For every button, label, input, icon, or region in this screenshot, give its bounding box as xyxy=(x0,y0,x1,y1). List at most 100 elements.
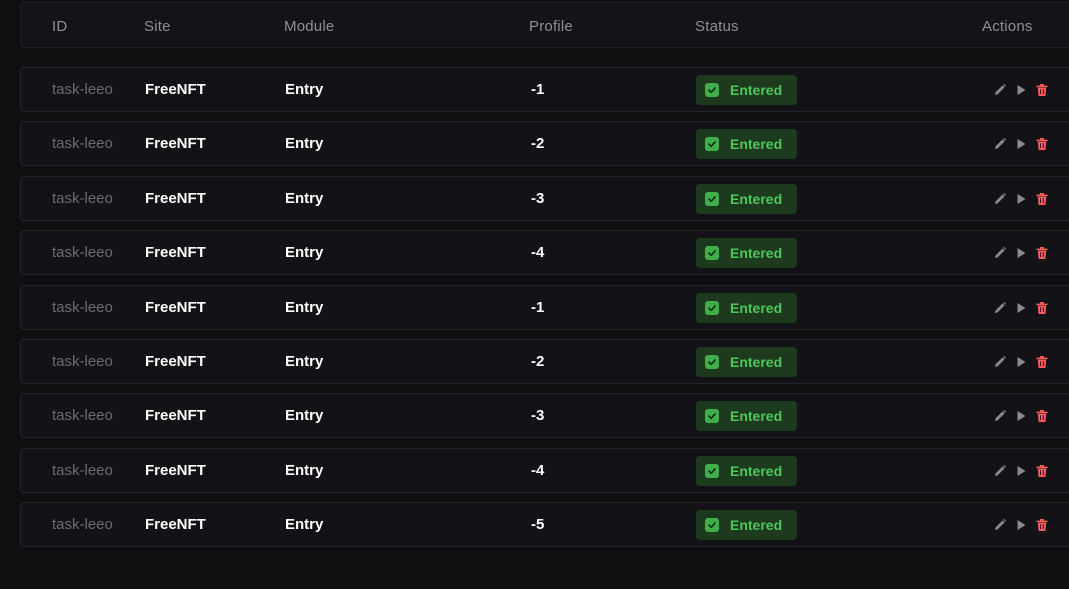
pencil-icon[interactable] xyxy=(992,191,1008,207)
task-profile: -5 xyxy=(531,516,545,533)
task-profile: -2 xyxy=(531,135,545,152)
trash-icon[interactable] xyxy=(1034,300,1050,316)
task-id: task-leeo xyxy=(52,353,113,370)
play-icon[interactable] xyxy=(1013,300,1029,316)
table-row[interactable]: task-leeo FreeNFT Entry -2 Entered xyxy=(20,339,1069,384)
table-row[interactable]: task-leeo FreeNFT Entry -3 Entered xyxy=(20,393,1069,438)
task-module: Entry xyxy=(285,462,324,479)
check-icon xyxy=(705,192,719,206)
task-id: task-leeo xyxy=(52,135,113,152)
check-icon xyxy=(705,355,719,369)
trash-icon[interactable] xyxy=(1034,517,1050,533)
table-row[interactable]: task-leeo FreeNFT Entry -1 Entered xyxy=(20,67,1069,112)
table-row[interactable]: task-leeo FreeNFT Entry -4 Entered xyxy=(20,448,1069,493)
play-icon[interactable] xyxy=(1013,136,1029,152)
task-site: FreeNFT xyxy=(145,353,206,370)
status-label: Entered xyxy=(730,191,783,207)
task-id: task-leeo xyxy=(52,516,113,533)
status-label: Entered xyxy=(730,82,783,98)
row-actions xyxy=(992,517,1050,533)
task-profile: -3 xyxy=(531,407,545,424)
check-icon xyxy=(705,464,719,478)
row-actions xyxy=(992,191,1050,207)
task-site: FreeNFT xyxy=(145,516,206,533)
task-id: task-leeo xyxy=(52,407,113,424)
row-actions xyxy=(992,300,1050,316)
task-module: Entry xyxy=(285,81,324,98)
table-row[interactable]: task-leeo FreeNFT Entry -4 Entered xyxy=(20,230,1069,275)
task-site: FreeNFT xyxy=(145,462,206,479)
status-badge: Entered xyxy=(696,401,797,431)
check-icon xyxy=(705,409,719,423)
pencil-icon[interactable] xyxy=(992,82,1008,98)
task-id: task-leeo xyxy=(52,244,113,261)
task-module: Entry xyxy=(285,407,324,424)
pencil-icon[interactable] xyxy=(992,408,1008,424)
status-badge: Entered xyxy=(696,456,797,486)
task-profile: -1 xyxy=(531,299,545,316)
play-icon[interactable] xyxy=(1013,354,1029,370)
column-header-status[interactable]: Status xyxy=(695,18,739,35)
check-icon xyxy=(705,137,719,151)
task-module: Entry xyxy=(285,299,324,316)
pencil-icon[interactable] xyxy=(992,136,1008,152)
trash-icon[interactable] xyxy=(1034,191,1050,207)
pencil-icon[interactable] xyxy=(992,300,1008,316)
play-icon[interactable] xyxy=(1013,463,1029,479)
status-label: Entered xyxy=(730,300,783,316)
play-icon[interactable] xyxy=(1013,191,1029,207)
trash-icon[interactable] xyxy=(1034,245,1050,261)
status-badge: Entered xyxy=(696,347,797,377)
trash-icon[interactable] xyxy=(1034,463,1050,479)
trash-icon[interactable] xyxy=(1034,82,1050,98)
trash-icon[interactable] xyxy=(1034,136,1050,152)
column-header-site[interactable]: Site xyxy=(144,18,171,35)
column-header-actions: Actions xyxy=(982,18,1033,35)
column-header-id[interactable]: ID xyxy=(52,18,67,35)
table-row[interactable]: task-leeo FreeNFT Entry -5 Entered xyxy=(20,502,1069,547)
status-label: Entered xyxy=(730,136,783,152)
status-label: Entered xyxy=(730,517,783,533)
task-profile: -2 xyxy=(531,353,545,370)
task-id: task-leeo xyxy=(52,462,113,479)
play-icon[interactable] xyxy=(1013,517,1029,533)
task-module: Entry xyxy=(285,353,324,370)
task-id: task-leeo xyxy=(52,190,113,207)
task-profile: -4 xyxy=(531,244,545,261)
task-site: FreeNFT xyxy=(145,190,206,207)
column-header-module[interactable]: Module xyxy=(284,18,334,35)
play-icon[interactable] xyxy=(1013,408,1029,424)
play-icon[interactable] xyxy=(1013,82,1029,98)
status-badge: Entered xyxy=(696,293,797,323)
play-icon[interactable] xyxy=(1013,245,1029,261)
row-actions xyxy=(992,136,1050,152)
task-module: Entry xyxy=(285,516,324,533)
status-label: Entered xyxy=(730,245,783,261)
task-profile: -3 xyxy=(531,190,545,207)
status-badge: Entered xyxy=(696,184,797,214)
trash-icon[interactable] xyxy=(1034,354,1050,370)
row-actions xyxy=(992,408,1050,424)
table-row[interactable]: task-leeo FreeNFT Entry -3 Entered xyxy=(20,176,1069,221)
task-module: Entry xyxy=(285,135,324,152)
row-actions xyxy=(992,82,1050,98)
pencil-icon[interactable] xyxy=(992,354,1008,370)
check-icon xyxy=(705,518,719,532)
task-site: FreeNFT xyxy=(145,299,206,316)
status-badge: Entered xyxy=(696,510,797,540)
status-label: Entered xyxy=(730,463,783,479)
pencil-icon[interactable] xyxy=(992,517,1008,533)
row-actions xyxy=(992,354,1050,370)
task-profile: -1 xyxy=(531,81,545,98)
table-row[interactable]: task-leeo FreeNFT Entry -1 Entered xyxy=(20,285,1069,330)
row-actions xyxy=(992,245,1050,261)
table-row[interactable]: task-leeo FreeNFT Entry -2 Entered xyxy=(20,121,1069,166)
status-badge: Entered xyxy=(696,75,797,105)
task-site: FreeNFT xyxy=(145,135,206,152)
task-module: Entry xyxy=(285,244,324,261)
pencil-icon[interactable] xyxy=(992,463,1008,479)
check-icon xyxy=(705,246,719,260)
trash-icon[interactable] xyxy=(1034,408,1050,424)
column-header-profile[interactable]: Profile xyxy=(529,18,573,35)
pencil-icon[interactable] xyxy=(992,245,1008,261)
